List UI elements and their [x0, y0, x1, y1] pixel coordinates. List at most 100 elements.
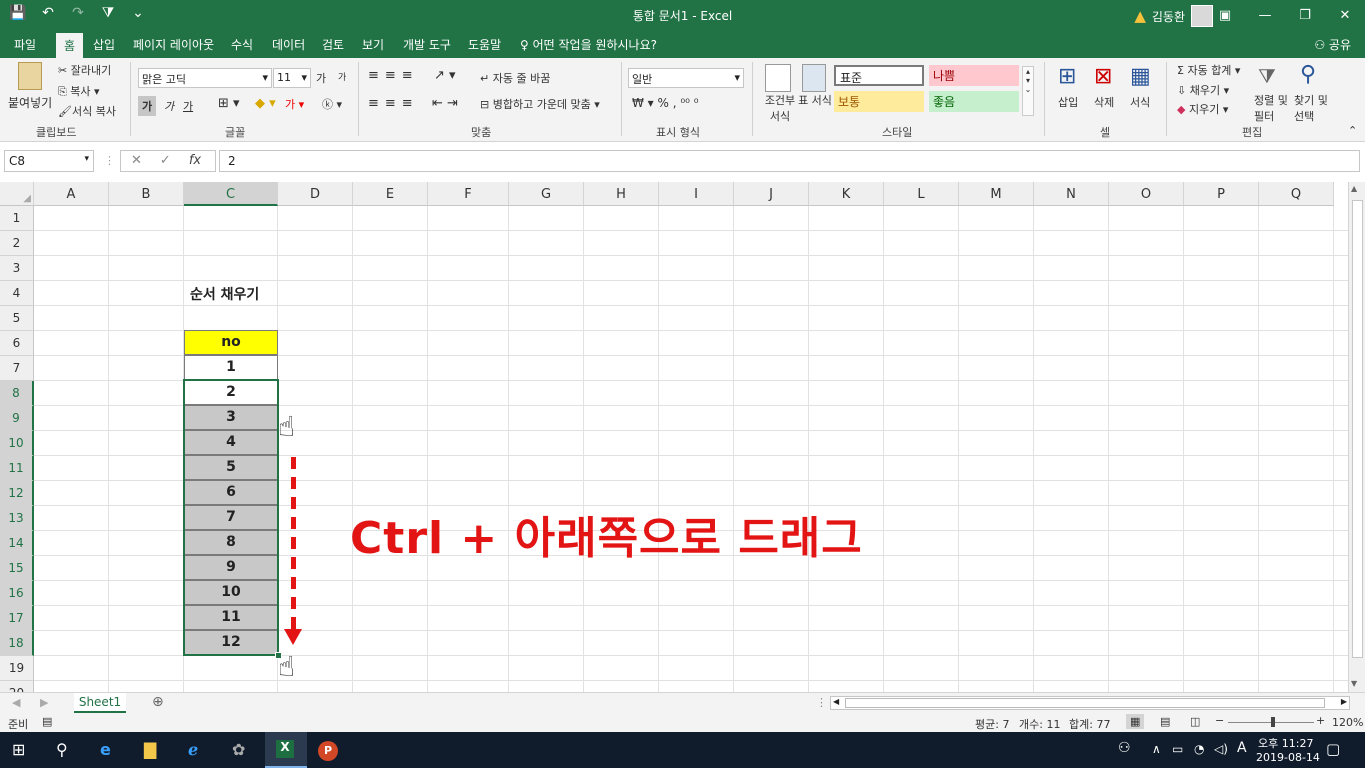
tab-help[interactable]: 도움말 [468, 36, 501, 53]
vertical-align-icons[interactable]: ≡≡≡ [368, 68, 419, 83]
ime-indicator[interactable]: A [1237, 740, 1247, 756]
row-header-16[interactable]: 16 [0, 581, 34, 606]
tab-page-layout[interactable]: 페이지 레이아웃 [133, 36, 214, 53]
share-button[interactable]: ⚇ 공유 [1314, 36, 1351, 53]
page-break-view-icon[interactable]: ◫ [1190, 715, 1200, 728]
number-format-select[interactable]: 일반 ▾ [628, 68, 744, 88]
row-header-12[interactable]: 12 [0, 481, 34, 506]
macro-record-icon[interactable]: ▤ [42, 715, 52, 728]
select-all-corner[interactable]: ◢ [0, 182, 34, 206]
row-header-3[interactable]: 3 [0, 256, 34, 281]
find-select-button[interactable]: 찾기 및 선택 [1294, 92, 1334, 124]
vertical-scrollbar[interactable]: ▲ ▼ [1348, 182, 1365, 692]
row-header-15[interactable]: 15 [0, 556, 34, 581]
next-sheet-icon[interactable]: ▶ [40, 696, 48, 709]
column-header-p[interactable]: P [1184, 182, 1259, 206]
table-format-button[interactable]: 표 서식 [798, 92, 832, 108]
zoom-in-icon[interactable]: + [1316, 714, 1325, 727]
tab-insert[interactable]: 삽입 [93, 36, 115, 53]
format-painter-button[interactable]: 🖌서식 복사 [58, 103, 116, 119]
name-box[interactable]: C8 ▾ [4, 150, 94, 172]
row-header-17[interactable]: 17 [0, 606, 34, 631]
tray-expand-icon[interactable]: ∧ [1152, 742, 1161, 756]
scroll-thumb[interactable] [1352, 200, 1363, 658]
fill-color-icon[interactable]: ◆ ▾ [255, 96, 276, 111]
restore-icon[interactable]: ❐ [1285, 0, 1325, 30]
column-header-f[interactable]: F [428, 182, 509, 206]
tab-data[interactable]: 데이터 [272, 36, 305, 53]
copy-button[interactable]: ⎘ 복사 ▾ [58, 83, 100, 99]
font-size-select[interactable]: 11 ▾ [273, 68, 311, 88]
scroll-down-icon[interactable]: ▼ [1351, 679, 1357, 688]
row-header-8[interactable]: 8 [0, 381, 34, 406]
zoom-level[interactable]: 120% [1332, 716, 1363, 729]
clear-button[interactable]: ◆ 지우기 ▾ [1177, 101, 1228, 117]
row-header-4[interactable]: 4 [0, 281, 34, 306]
zoom-out-icon[interactable]: − [1215, 714, 1224, 727]
column-header-i[interactable]: I [659, 182, 734, 206]
notification-icon[interactable]: ▢ [1326, 740, 1340, 758]
clock-date[interactable]: 2019-08-14 [1256, 751, 1320, 764]
excel-taskbar-button[interactable]: X [265, 732, 307, 768]
worksheet-grid[interactable]: ◢ ABCDEFGHIJKLMNOPQ 1 2 3 4 5 6 7 8 9 10 11 12 13 14 1… [0, 182, 1348, 692]
column-header-h[interactable]: H [584, 182, 659, 206]
bold-button[interactable]: 가 [138, 96, 157, 116]
column-header-m[interactable]: M [959, 182, 1034, 206]
sort-filter-button[interactable]: 정렬 및 필터 [1254, 92, 1294, 124]
column-header-n[interactable]: N [1034, 182, 1109, 206]
horizontal-align-icons[interactable]: ≡≡≡ [368, 96, 419, 111]
column-header-c[interactable]: C [184, 182, 278, 206]
battery-icon[interactable]: ▭ [1172, 742, 1183, 756]
scroll-left-icon[interactable]: ◀ [833, 697, 839, 706]
conditional-format-button[interactable]: 조건부 서식 [760, 92, 800, 124]
sheet-tab-sheet1[interactable]: Sheet1 [74, 693, 126, 713]
column-header-q[interactable]: Q [1259, 182, 1334, 206]
search-icon[interactable]: ⚲ [56, 740, 68, 759]
column-header-k[interactable]: K [809, 182, 884, 206]
scroll-up-icon[interactable]: ▲ [1351, 184, 1357, 193]
font-name-select[interactable]: 맑은 고딕 ▾ [138, 68, 272, 88]
merge-center-button[interactable]: ⊟ 병합하고 가운데 맞춤 ▾ [480, 96, 600, 112]
styles-scroll[interactable]: ▴ ▾ ⌄ [1022, 66, 1034, 116]
ribbon-display-icon[interactable]: ▣ [1205, 0, 1245, 30]
row-header-13[interactable]: 13 [0, 506, 34, 531]
prev-sheet-icon[interactable]: ◀ [12, 696, 20, 709]
grow-font-button[interactable]: 가 [316, 70, 326, 86]
style-good[interactable]: 좋음 [929, 91, 1019, 112]
paste-button[interactable]: 붙여넣기 [8, 94, 52, 111]
font-color-icon[interactable]: 가 ▾ [285, 96, 304, 112]
borders-icon[interactable]: ⊞ ▾ [218, 96, 240, 111]
value-cell[interactable]: 1 [184, 355, 278, 380]
column-header-e[interactable]: E [353, 182, 428, 206]
row-header-7[interactable]: 7 [0, 356, 34, 381]
delete-cells-button[interactable]: 삭제 [1094, 94, 1114, 110]
phonetic-icon[interactable]: ⓚ ▾ [322, 96, 342, 112]
normal-view-icon[interactable]: ▦ [1126, 714, 1145, 729]
insert-cells-button[interactable]: 삽입 [1058, 94, 1078, 110]
row-header-1[interactable]: 1 [0, 206, 34, 231]
sheet-title-cell[interactable]: 순서 채우기 [190, 284, 259, 304]
tab-formulas[interactable]: 수식 [231, 36, 253, 53]
cut-button[interactable]: ✂ 잘라내기 [58, 62, 111, 78]
splitter-icon[interactable]: ⋮ [816, 696, 827, 709]
column-header-d[interactable]: D [278, 182, 353, 206]
hscroll-thumb[interactable] [845, 698, 1325, 708]
scroll-right-icon[interactable]: ▶ [1341, 697, 1347, 706]
column-header-g[interactable]: G [509, 182, 584, 206]
tab-file[interactable]: 파일 [14, 36, 36, 53]
row-header-11[interactable]: 11 [0, 456, 34, 481]
cancel-icon[interactable]: ✕ [131, 153, 142, 169]
network-icon[interactable]: ◔ [1194, 742, 1204, 756]
formula-input[interactable]: 2 [219, 150, 1360, 172]
column-header-l[interactable]: L [884, 182, 959, 206]
style-neutral[interactable]: 보통 [834, 91, 924, 112]
clock-time[interactable]: 오후 11:27 [1258, 735, 1313, 751]
style-normal[interactable]: 표준 [834, 65, 924, 86]
row-header-6[interactable]: 6 [0, 331, 34, 356]
style-bad[interactable]: 나쁨 [929, 65, 1019, 86]
tab-review[interactable]: 검토 [322, 36, 344, 53]
row-header-5[interactable]: 5 [0, 306, 34, 331]
zoom-slider-thumb[interactable] [1271, 717, 1275, 727]
close-icon[interactable]: ✕ [1325, 0, 1365, 30]
row-header-14[interactable]: 14 [0, 531, 34, 556]
